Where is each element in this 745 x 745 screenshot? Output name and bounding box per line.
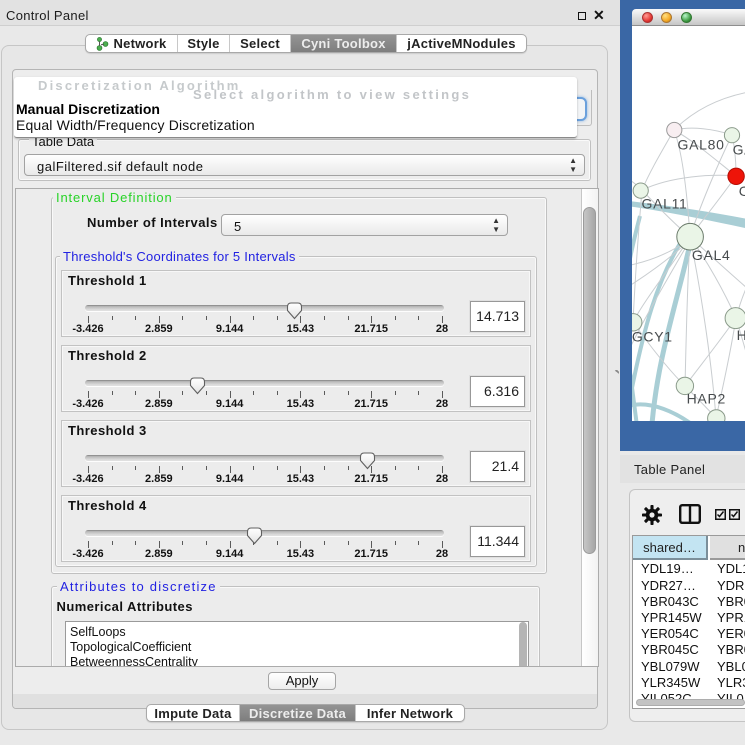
svg-text:GCY1: GCY1	[632, 329, 673, 345]
svg-text:H: H	[737, 327, 745, 343]
svg-text:HAP2: HAP2	[687, 390, 726, 406]
svg-text:C: C	[739, 183, 745, 199]
svg-text:GAL4: GAL4	[692, 247, 731, 263]
svg-text:GAL80: GAL80	[678, 137, 725, 153]
svg-text:GAL11: GAL11	[642, 196, 688, 212]
svg-text:GA: GA	[733, 142, 745, 158]
